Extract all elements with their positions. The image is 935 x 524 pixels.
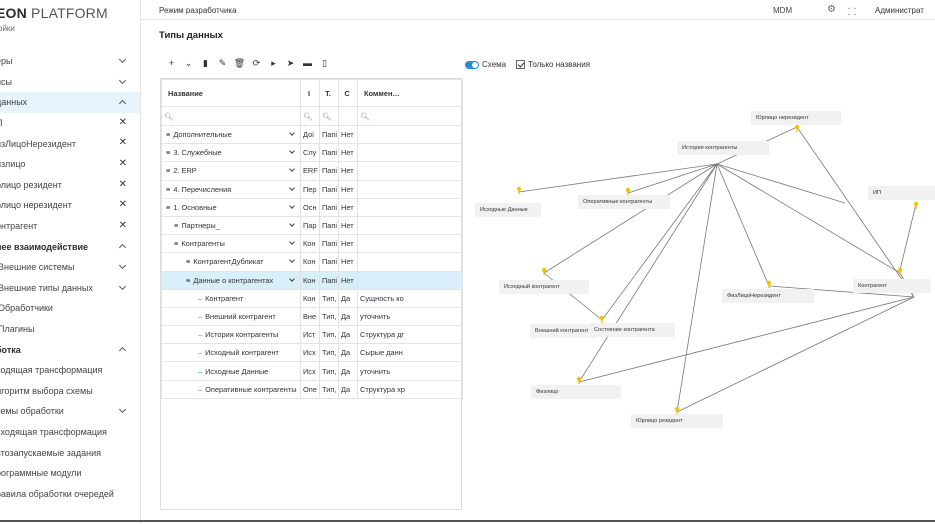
graph-edge [543,163,718,274]
graph-edge [716,163,846,204]
horizontal-scrollbar[interactable] [0,520,935,522]
graph-node[interactable]: ФизЛицоНерезидент [722,289,814,303]
graph-edge [627,163,718,194]
graph-node[interactable]: Исходные Данные [475,203,541,217]
key-pin-stem [899,270,901,275]
graph-edge [796,126,915,298]
app-window: EON PLATFORM ойки ерыисыданныхП✕изЛицоНе… [0,0,935,524]
graph-node[interactable]: Исходный контрагент [499,280,589,294]
key-pin-stem [796,127,798,132]
graph-edge [578,296,915,383]
key-pin-stem [578,379,580,384]
graph-edge [518,163,718,193]
graph-edge [601,163,718,321]
graph-edge [676,163,718,413]
graph-edge [676,296,915,413]
graph-node[interactable]: Физлицо [531,385,621,399]
graph-node[interactable]: Оперативные контрагенты [578,195,670,209]
graph-node[interactable]: Юрлицо резидент [631,414,723,428]
schema-graph [516,124,919,414]
key-pin-stem [518,189,520,194]
graph-node[interactable]: Контрагент [853,279,931,293]
graph-edge [716,163,901,274]
graph-node[interactable]: Состояние контрагента [589,323,675,337]
graph-node[interactable]: История контрагенты [677,141,769,155]
key-pin-stem [915,204,917,209]
key-pin-stem [768,283,770,288]
graph-node[interactable]: Внешний контрагент [530,324,596,338]
graph-node[interactable]: ИП [868,186,935,200]
key-pin-stem [543,270,545,275]
graph-edge [899,203,917,271]
graph-edge [716,163,770,287]
graph-node[interactable]: Юрлицо нерезидент [751,111,841,125]
